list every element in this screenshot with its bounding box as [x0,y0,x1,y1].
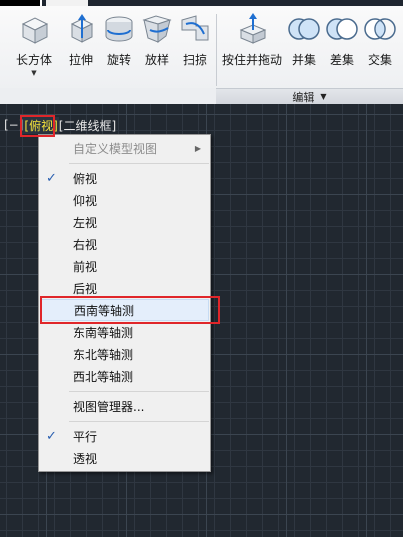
chevron-down-icon[interactable]: ▼ [31,69,36,77]
revolve-label: 旋转 [106,53,131,67]
view-menu-highlight [20,115,55,137]
extrude-icon [64,12,98,46]
menu-item-custom-model-views[interactable]: 自定义模型视图 ▶ [40,137,209,159]
union-button[interactable]: 并集 [284,12,324,68]
box-label: 长方体 [15,53,52,67]
menu-item-label: 自定义模型视图 [73,141,158,156]
menu-item-bottom[interactable]: 仰视 [40,189,209,211]
panel-title-strip [0,88,216,104]
submenu-arrow-icon: ▶ [194,143,201,153]
sweep-button[interactable]: 扫掠 [175,12,215,68]
menu-item-parallel[interactable]: ✓ 平行 [40,425,209,447]
sw-isometric-highlight [40,296,220,324]
menu-item-front[interactable]: 前视 [40,255,209,277]
chevron-down-icon: ▼ [320,92,327,101]
loft-button[interactable]: 放样 [137,12,177,68]
union-label: 并集 [291,53,316,67]
check-icon: ✓ [46,170,57,186]
menu-item-label: 左视 [73,215,98,230]
menu-item-label: 视图管理器... [73,399,145,414]
presspull-icon [235,12,269,46]
box-icon [17,12,51,46]
edit-panel-title[interactable]: 编辑 ▼ [216,88,403,104]
menu-item-label: 仰视 [73,193,98,208]
menu-item-label: 西北等轴测 [73,369,134,384]
menu-item-perspective[interactable]: 透视 [40,447,209,469]
subtract-icon [325,12,359,46]
subtract-label: 差集 [329,53,354,67]
sweep-label: 扫掠 [182,53,207,67]
menu-item-label: 东南等轴测 [73,325,134,340]
menu-item-se-isometric[interactable]: 东南等轴测 [40,321,209,343]
intersect-label: 交集 [367,53,392,67]
menu-item-ne-isometric[interactable]: 东北等轴测 [40,343,209,365]
menu-item-label: 平行 [73,429,98,444]
presspull-button[interactable]: 按住并拖动 [222,12,282,68]
menu-item-nw-isometric[interactable]: 西北等轴测 [40,365,209,387]
menu-item-top[interactable]: ✓ 俯视 [40,167,209,189]
menu-item-label: 俯视 [73,171,98,186]
panel-title-label: 编辑 [292,90,315,104]
menu-item-label: 后视 [73,281,98,296]
menu-separator [69,391,209,392]
visual-style-menu[interactable]: [二维线框] [59,117,116,134]
check-icon: ✓ [46,428,57,444]
box-button[interactable]: 长方体 ▼ [14,12,54,77]
menu-separator [69,421,209,422]
loft-label: 放样 [144,53,169,67]
sweep-icon [178,12,212,46]
union-icon [287,12,321,46]
revolve-button[interactable]: 旋转 [99,12,139,68]
extrude-button[interactable]: 拉伸 [61,12,101,68]
menu-item-label: 透视 [73,451,98,466]
subtract-button[interactable]: 差集 [322,12,362,68]
presspull-label: 按住并拖动 [222,53,283,67]
menu-item-label: 前视 [73,259,98,274]
extrude-label: 拉伸 [68,53,93,67]
loft-icon [140,12,174,46]
ribbon-separator [216,14,217,86]
menu-item-view-manager[interactable]: 视图管理器... [40,395,209,417]
menu-item-label: 东北等轴测 [73,347,134,362]
menu-item-label: 右视 [73,237,98,252]
intersect-icon [363,12,397,46]
revolve-icon [102,12,136,46]
menu-item-left[interactable]: 左视 [40,211,209,233]
intersect-button[interactable]: 交集 [360,12,400,68]
menu-item-right[interactable]: 右视 [40,233,209,255]
menu-separator [69,163,209,164]
ribbon: 长方体 ▼ 拉伸 旋转 放样 扫掠 按住并拖动 并集 差集 交集 编辑 ▼ [0,6,403,104]
